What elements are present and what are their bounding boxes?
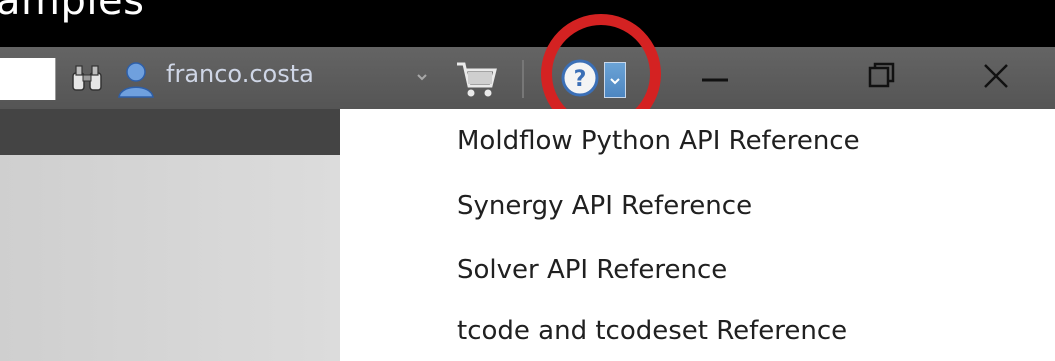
search-input[interactable] xyxy=(0,58,56,100)
left-panel-header xyxy=(0,109,340,155)
slide-caption: amples xyxy=(0,0,145,24)
menu-item-moldflow-python-api[interactable]: Moldflow Python API Reference xyxy=(457,126,860,156)
binoculars-icon[interactable] xyxy=(70,61,104,95)
cart-icon[interactable] xyxy=(455,58,499,100)
chevron-down-icon[interactable] xyxy=(415,70,429,84)
minimize-button[interactable] xyxy=(680,55,750,100)
help-dropdown-menu: Moldflow Python API Reference Synergy AP… xyxy=(340,109,1055,361)
restore-button[interactable] xyxy=(852,55,912,100)
menu-item-solver-api[interactable]: Solver API Reference xyxy=(457,255,727,285)
close-button[interactable] xyxy=(967,55,1027,100)
menu-item-synergy-api[interactable]: Synergy API Reference xyxy=(457,191,752,221)
menu-item-tcode-reference[interactable]: tcode and tcodeset Reference xyxy=(457,316,847,346)
toolbar-separator xyxy=(522,60,524,98)
user-icon[interactable] xyxy=(116,59,156,99)
username-label[interactable]: franco.costa xyxy=(166,60,314,88)
